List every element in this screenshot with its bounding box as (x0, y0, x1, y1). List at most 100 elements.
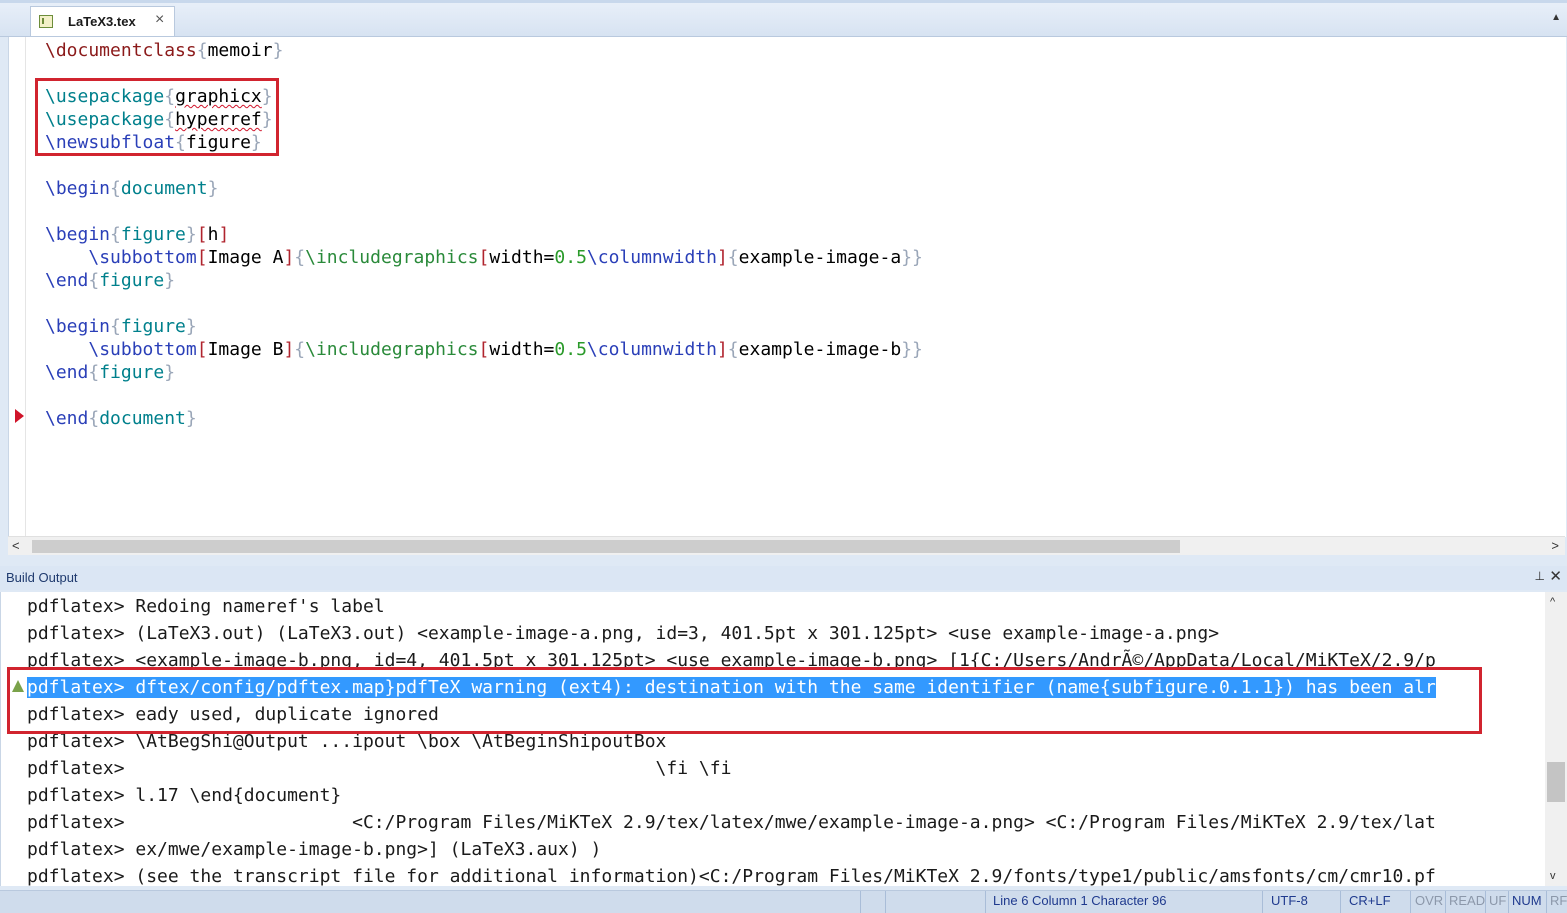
output-line-text: pdflatex> <C:/Program Files/MiKTeX 2.9/t… (27, 812, 1436, 833)
code-token: } (272, 40, 284, 61)
scroll-up-icon[interactable]: ^ (1550, 596, 1555, 608)
tab-latex3[interactable]: LaTeX3.tex × (30, 6, 175, 36)
code-token: { (110, 316, 121, 337)
code-line[interactable] (45, 154, 923, 177)
code-line[interactable] (45, 200, 923, 223)
output-line[interactable]: pdflatex> l.17 \end{document} (27, 782, 1436, 809)
code-token: 0.5 (554, 247, 587, 268)
line-ending[interactable]: CR+LF (1349, 893, 1391, 908)
code-token: \columnwidth (586, 247, 717, 268)
highlight-box-packages (35, 78, 279, 156)
code-token: example-image-b (738, 339, 902, 360)
close-icon[interactable]: × (155, 11, 164, 29)
output-line[interactable]: pdflatex> ex/mwe/example-image-b.png>] (… (27, 836, 1436, 863)
code-token: { (196, 40, 208, 61)
code-token: { (88, 362, 100, 383)
code-token: ] (218, 224, 230, 245)
code-token: 0.5 (554, 339, 587, 360)
output-line[interactable]: pdflatex> \fi \fi (27, 755, 1436, 782)
code-token: { (294, 339, 306, 360)
build-output-log[interactable]: pdflatex> Redoing nameref's label pdflate… (0, 592, 1546, 886)
code-token: \includegraphics (305, 247, 479, 268)
scroll-right-icon[interactable]: > (1551, 538, 1559, 553)
output-line[interactable]: pdflatex> Redoing nameref's label (27, 593, 1436, 620)
code-line[interactable] (45, 292, 923, 315)
code-token: { (110, 224, 121, 245)
code-line[interactable]: \end{document} (45, 407, 923, 430)
scrollbar-thumb[interactable] (1547, 762, 1565, 802)
code-line[interactable]: \begin{figure} (45, 315, 923, 338)
status-separator (1262, 891, 1263, 913)
output-line-text: pdflatex> (LaTeX3.out) (LaTeX3.out) <exa… (27, 623, 1220, 644)
status-separator (1546, 891, 1547, 913)
code-line[interactable]: \subbottom[Image B]{\includegraphics[wid… (45, 338, 923, 361)
highlight-box-warning (7, 667, 1482, 734)
status-bar: Line 6 Column 1 Character 96 UTF-8 CR+LF… (0, 890, 1567, 913)
code-token: \end (45, 270, 89, 291)
code-token: { (110, 178, 121, 199)
panel-title: Build Output (6, 570, 78, 585)
code-token: example-image-a (738, 247, 902, 268)
code-token: { (727, 247, 739, 268)
status-separator (860, 891, 861, 913)
code-token: Image A (207, 247, 284, 268)
code-token: } (164, 270, 176, 291)
scroll-left-icon[interactable]: < (12, 538, 20, 553)
code-token: \begin (45, 178, 111, 199)
code-token: { (88, 408, 100, 429)
horizontal-scrollbar[interactable]: < > (8, 536, 1565, 555)
output-lines[interactable]: pdflatex> Redoing nameref's label pdflate… (27, 593, 1436, 886)
code-token: \begin (45, 316, 111, 337)
code-line[interactable] (45, 384, 923, 407)
tab-bar: LaTeX3.tex × ▲ (0, 0, 1567, 37)
status-separator (1485, 891, 1486, 913)
code-token: [ (478, 247, 490, 268)
output-line-text: pdflatex> Redoing nameref's label (27, 596, 385, 617)
output-line-text: pdflatex> \AtBegShi@Output ...ipout \box… (27, 731, 667, 752)
code-line[interactable]: \begin{figure}[h] (45, 223, 923, 246)
code-line[interactable]: \begin{document} (45, 177, 923, 200)
pin-icon[interactable]: ⊥ (1535, 569, 1545, 583)
tab-label: LaTeX3.tex (68, 14, 136, 29)
code-token: [ (196, 247, 208, 268)
code-token: width= (489, 339, 555, 360)
code-token: \end (45, 362, 89, 383)
code-token: } (185, 224, 197, 245)
code-token: { (727, 339, 739, 360)
tab-bar-accent (0, 0, 1567, 3)
output-line-text: pdflatex> l.17 \end{document} (27, 785, 342, 806)
code-line[interactable]: \subbottom[Image A]{\includegraphics[wid… (45, 246, 923, 269)
vertical-scrollbar[interactable]: ^ v (1545, 592, 1567, 886)
output-line[interactable]: pdflatex> <C:/Program Files/MiKTeX 2.9/t… (27, 809, 1436, 836)
bookmark-marker-icon (15, 409, 24, 423)
code-token: \documentclass (45, 40, 197, 61)
code-token: }} (901, 339, 923, 360)
code-token: document (120, 178, 208, 199)
close-icon[interactable]: ✕ (1549, 567, 1562, 585)
status-separator (985, 891, 986, 913)
code-token: memoir (207, 40, 273, 61)
scrollbar-thumb[interactable] (32, 540, 1180, 553)
status-separator (1445, 891, 1446, 913)
code-line[interactable]: \end{figure} (45, 269, 923, 292)
code-line[interactable]: \documentclass{memoir} (45, 37, 923, 62)
code-token: \subbottom (88, 339, 197, 360)
overwrite-mode: OVR (1415, 893, 1444, 908)
code-token: \begin (45, 224, 111, 245)
encoding[interactable]: UTF-8 (1271, 893, 1308, 908)
output-line-text: pdflatex> ex/mwe/example-image-b.png>] (… (27, 839, 602, 860)
code-token: document (99, 408, 186, 429)
output-line[interactable]: pdflatex> (LaTeX3.out) (LaTeX3.out) <exa… (27, 620, 1436, 647)
scroll-up-icon[interactable]: ▲ (1551, 12, 1561, 23)
code-token: } (185, 316, 197, 337)
output-line[interactable]: pdflatex> (see the transcript file for a… (27, 863, 1436, 886)
code-token: ] (283, 339, 295, 360)
code-token: { (88, 270, 100, 291)
code-editor[interactable]: \documentclass{memoir} \usepackage{graphi… (8, 37, 1566, 537)
scroll-down-icon[interactable]: v (1550, 870, 1556, 882)
code-token: figure (120, 316, 186, 337)
uf-indicator: UF (1489, 893, 1507, 908)
code-line[interactable]: \end{figure} (45, 361, 923, 384)
editor-gutter (9, 37, 26, 537)
